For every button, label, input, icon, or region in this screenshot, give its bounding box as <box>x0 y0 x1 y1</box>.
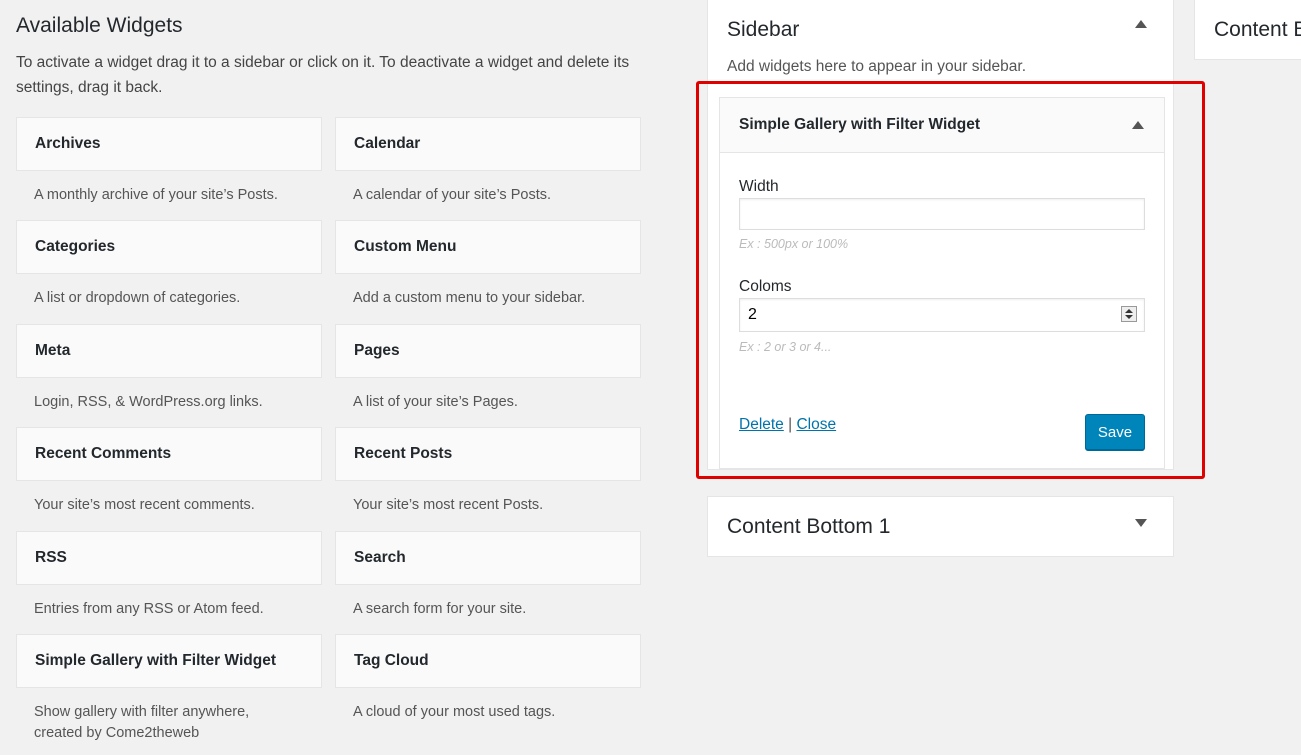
widget-tag-cloud[interactable]: Tag Cloud A cloud of your most used tags… <box>335 634 641 723</box>
widget-title[interactable]: Tag Cloud <box>335 634 641 688</box>
sidebar-title[interactable]: Sidebar <box>727 18 799 42</box>
columns-field <box>739 298 1145 332</box>
number-spinner[interactable] <box>1121 306 1137 322</box>
widget-title[interactable]: RSS <box>16 531 322 585</box>
widget-description: A list of your site’s Pages. <box>353 394 518 410</box>
widget-title[interactable]: Recent Posts <box>335 427 641 481</box>
widget-description: Show gallery with filter anywhere, creat… <box>34 704 250 741</box>
content-bottom-2-title[interactable]: Content Bottom 2 <box>1214 18 1301 42</box>
width-input[interactable] <box>739 198 1145 230</box>
content-bottom-1-title[interactable]: Content Bottom 1 <box>727 515 890 539</box>
widget-title[interactable]: Search <box>335 531 641 585</box>
content-bottom-1-box[interactable]: Content Bottom 1 <box>707 496 1174 557</box>
spinner-up-icon[interactable] <box>1125 309 1133 313</box>
widget-title[interactable]: Recent Comments <box>16 427 322 481</box>
actions-separator: | <box>788 416 793 433</box>
widget-description: Entries from any RSS or Atom feed. <box>34 601 264 617</box>
widget-archives[interactable]: Archives A monthly archive of your site’… <box>16 117 322 206</box>
arrow-down-icon[interactable] <box>1135 519 1147 527</box>
widget-title[interactable]: Simple Gallery with Filter Widget <box>16 634 322 688</box>
width-hint: Ex : 500px or 100% <box>739 237 849 251</box>
widget-calendar[interactable]: Calendar A calendar of your site’s Posts… <box>335 117 641 206</box>
delete-link[interactable]: Delete <box>739 416 784 433</box>
widget-description: A monthly archive of your site’s Posts. <box>34 187 278 203</box>
columns-label: Coloms <box>739 278 792 295</box>
open-widget-title: Simple Gallery with Filter Widget <box>739 116 981 133</box>
widget-description: A cloud of your most used tags. <box>353 704 556 720</box>
available-widgets-description: To activate a widget drag it to a sideba… <box>16 54 630 96</box>
spinner-down-icon[interactable] <box>1125 315 1133 319</box>
widget-description: A calendar of your site’s Posts. <box>353 187 552 203</box>
widget-custom-menu[interactable]: Custom Menu Add a custom menu to your si… <box>335 220 641 309</box>
close-link[interactable]: Close <box>796 416 836 433</box>
widget-title[interactable]: Categories <box>16 220 322 274</box>
widget-description: Add a custom menu to your sidebar. <box>353 290 586 306</box>
widget-description: A list or dropdown of categories. <box>34 290 241 306</box>
widget-actions: Delete | Close <box>739 416 836 434</box>
open-widget-simple-gallery: Simple Gallery with Filter Widget Width … <box>719 97 1165 469</box>
widget-title[interactable]: Archives <box>16 117 322 171</box>
open-widget-header[interactable]: Simple Gallery with Filter Widget <box>720 98 1164 153</box>
widget-meta[interactable]: Meta Login, RSS, & WordPress.org links. <box>16 324 322 413</box>
columns-input[interactable] <box>739 298 1145 332</box>
widget-recent-posts[interactable]: Recent Posts Your site’s most recent Pos… <box>335 427 641 516</box>
widget-description: Your site’s most recent Posts. <box>353 497 544 513</box>
content-bottom-2-box[interactable]: Content Bottom 2 <box>1194 0 1301 60</box>
sidebar-description: Add widgets here to appear in your sideb… <box>727 58 1026 75</box>
width-label: Width <box>739 178 779 195</box>
arrow-up-icon[interactable] <box>1135 20 1147 28</box>
widget-categories[interactable]: Categories A list or dropdown of categor… <box>16 220 322 309</box>
widget-title[interactable]: Meta <box>16 324 322 378</box>
widget-simple-gallery[interactable]: Simple Gallery with Filter Widget Show g… <box>16 634 322 744</box>
widget-pages[interactable]: Pages A list of your site’s Pages. <box>335 324 641 413</box>
widget-recent-comments[interactable]: Recent Comments Your site’s most recent … <box>16 427 322 516</box>
available-widgets-title: Available Widgets <box>16 14 183 37</box>
widget-title[interactable]: Calendar <box>335 117 641 171</box>
sidebar-box: Sidebar Add widgets here to appear in yo… <box>707 0 1174 470</box>
widget-description: A search form for your site. <box>353 601 527 617</box>
widget-title[interactable]: Pages <box>335 324 641 378</box>
widget-description: Login, RSS, & WordPress.org links. <box>34 394 263 410</box>
save-button[interactable]: Save <box>1085 414 1145 450</box>
widget-title[interactable]: Custom Menu <box>335 220 641 274</box>
widget-rss[interactable]: RSS Entries from any RSS or Atom feed. <box>16 531 322 620</box>
arrow-up-icon[interactable] <box>1132 121 1144 129</box>
widget-description: Your site’s most recent comments. <box>34 497 255 513</box>
columns-hint: Ex : 2 or 3 or 4... <box>739 340 832 354</box>
widget-search[interactable]: Search A search form for your site. <box>335 531 641 620</box>
